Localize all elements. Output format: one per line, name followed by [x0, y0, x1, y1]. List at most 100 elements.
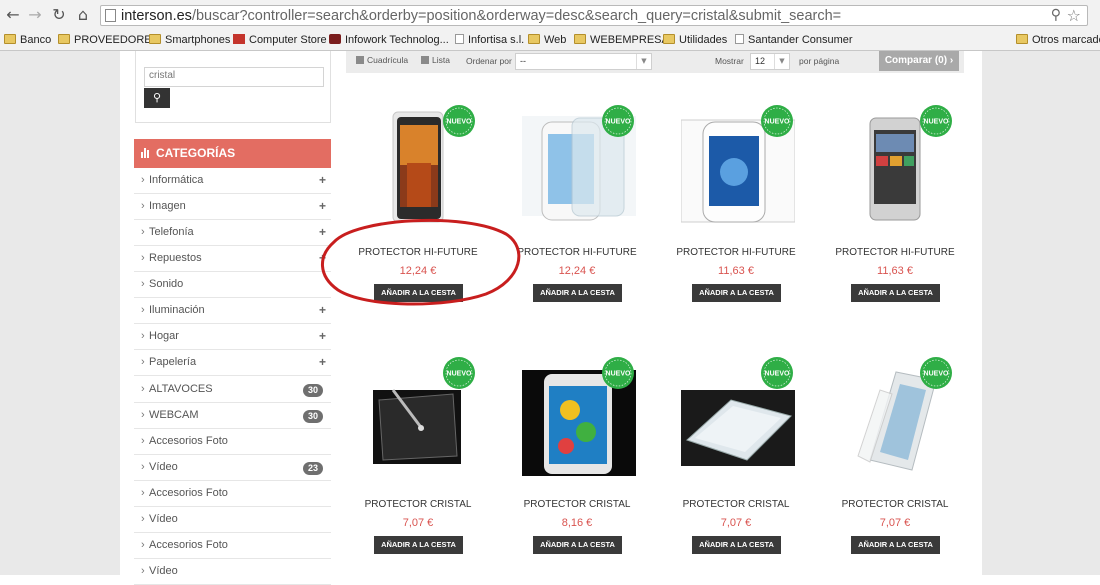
list-view-toggle[interactable]: Lista [421, 55, 450, 65]
category-label: Iluminación [149, 304, 205, 316]
chevron-right-icon: › [141, 383, 145, 395]
product-name[interactable]: PROTECTOR HI-FUTURE [498, 247, 656, 258]
category-item[interactable]: › Repuestos + [134, 246, 331, 272]
bookmark-webempresa[interactable]: WEBEMPRESA [574, 34, 669, 47]
category-item[interactable]: › Imagen + [134, 194, 331, 220]
chevron-right-icon: › [141, 330, 145, 342]
add-to-cart-button[interactable]: AÑADIR A LA CESTA [374, 284, 463, 302]
product-card[interactable]: NUEVO PROTECTOR HI-FUTURE 12,24 € AÑADIR… [339, 100, 497, 320]
badge-text: NUEVO [606, 119, 631, 126]
page-icon [105, 9, 116, 22]
product-name[interactable]: PROTECTOR CRISTAL [657, 499, 815, 510]
category-item[interactable]: › Hogar + [134, 324, 331, 350]
product-name[interactable]: PROTECTOR CRISTAL [816, 499, 974, 510]
expand-plus-icon[interactable]: + [319, 350, 326, 375]
product-name[interactable]: PROTECTOR CRISTAL [339, 499, 497, 510]
category-label: Accesorios Foto [149, 539, 228, 551]
categories-header: CATEGORÍAS [134, 139, 331, 168]
expand-plus-icon[interactable]: + [319, 298, 326, 323]
category-label: Repuestos [149, 252, 202, 264]
home-icon[interactable]: ⌂ [74, 6, 92, 24]
product-name[interactable]: PROTECTOR HI-FUTURE [657, 247, 815, 258]
category-item[interactable]: › Papelería + [134, 350, 331, 376]
search-block: cristal ⚲ [135, 51, 331, 123]
product-name[interactable]: PROTECTOR HI-FUTURE [816, 247, 974, 258]
add-to-cart-button[interactable]: AÑADIR A LA CESTA [533, 284, 622, 302]
folder-icon [663, 34, 675, 44]
category-item[interactable]: › Iluminación + [134, 298, 331, 324]
category-item[interactable]: › Accesorios Foto [134, 533, 331, 559]
category-item[interactable]: › Vídeo [134, 559, 331, 585]
reload-icon[interactable]: ↻ [50, 6, 68, 24]
add-to-cart-button[interactable]: AÑADIR A LA CESTA [533, 536, 622, 554]
expand-plus-icon[interactable]: + [319, 246, 326, 271]
add-to-cart-button[interactable]: AÑADIR A LA CESTA [851, 536, 940, 554]
product-price: 7,07 € [402, 517, 434, 529]
category-item[interactable]: › WEBCAM 30 [134, 403, 331, 429]
category-count-badge: 30 [302, 410, 323, 423]
per-page-value: 12 [755, 56, 766, 66]
chevron-down-icon: ▼ [774, 54, 789, 69]
category-item[interactable]: › ALTAVOCES 30 [134, 377, 331, 403]
category-item[interactable]: › Accesorios Foto [134, 429, 331, 455]
product-card[interactable]: NUEVO PROTECTOR CRISTAL 7,07 € AÑADIR A … [816, 352, 974, 572]
bookmark-star-icon[interactable]: ☆ [1067, 6, 1081, 25]
product-card[interactable]: NUEVO PROTECTOR HI-FUTURE 11,63 € AÑADIR… [657, 100, 815, 320]
category-label: Vídeo [149, 461, 178, 473]
category-label: Vídeo [149, 565, 178, 577]
forward-icon[interactable]: → [26, 6, 44, 24]
add-to-cart-button[interactable]: AÑADIR A LA CESTA [692, 284, 781, 302]
product-card[interactable]: NUEVO PROTECTOR CRISTAL 7,07 € AÑADIR A … [339, 352, 497, 572]
bookmark-other[interactable]: Otros marcador [1016, 34, 1100, 47]
product-card[interactable]: NUEVO PROTECTOR CRISTAL 8,16 € AÑADIR A … [498, 352, 656, 572]
bookmark-computer-store[interactable]: Computer Store [233, 34, 327, 47]
add-to-cart-button[interactable]: AÑADIR A LA CESTA [692, 536, 781, 554]
bookmark-infortisa[interactable]: Infortisa s.l. [455, 34, 524, 47]
sort-select[interactable]: -- ▼ [515, 53, 652, 70]
product-price: 12,24 € [558, 265, 596, 277]
add-to-cart-button[interactable]: AÑADIR A LA CESTA [851, 284, 940, 302]
product-card[interactable]: NUEVO PROTECTOR CRISTAL 7,07 € AÑADIR A … [657, 352, 815, 572]
bookmark-smartphones[interactable]: Smartphones [149, 34, 230, 47]
search-input[interactable]: cristal [144, 67, 324, 87]
search-button[interactable]: ⚲ [144, 88, 170, 108]
add-to-cart-button[interactable]: AÑADIR A LA CESTA [374, 536, 463, 554]
product-name[interactable]: PROTECTOR HI-FUTURE [339, 247, 497, 258]
search-icon[interactable]: ⚲ [1051, 7, 1061, 23]
bookmark-infowork[interactable]: Infowork Technolog... [329, 34, 449, 47]
bookmark-proveedores[interactable]: PROVEEDORES [58, 34, 159, 47]
category-item[interactable]: › Sonido [134, 272, 331, 298]
sort-select-value: -- [520, 56, 526, 66]
new-badge: NUEVO [919, 104, 953, 138]
category-item[interactable]: › Telefonía + [134, 220, 331, 246]
bookmarks-bar: Banco PROVEEDORES Smartphones Computer S… [0, 31, 1100, 51]
category-item[interactable]: › Vídeo 23 [134, 455, 331, 481]
per-page-select[interactable]: 12 ▼ [750, 53, 790, 70]
category-item[interactable]: › Informática + [134, 168, 331, 194]
folder-icon [528, 34, 540, 44]
product-card[interactable]: NUEVO PROTECTOR HI-FUTURE 11,63 € AÑADIR… [816, 100, 974, 320]
infowork-icon [329, 34, 341, 44]
bookmark-utilidades[interactable]: Utilidades [663, 34, 727, 47]
expand-plus-icon[interactable]: + [319, 220, 326, 245]
page-icon [455, 34, 464, 44]
compare-button[interactable]: Comparar (0) › [879, 51, 959, 71]
expand-plus-icon[interactable]: + [319, 324, 326, 349]
bookmark-label: Infowork Technolog... [345, 34, 449, 46]
bookmark-web[interactable]: Web [528, 34, 566, 47]
expand-plus-icon[interactable]: + [319, 168, 326, 193]
category-item[interactable]: › Accesorios Foto [134, 481, 331, 507]
bookmark-santander[interactable]: Santander Consumer [735, 34, 853, 47]
address-bar[interactable]: interson.es/buscar?controller=search&ord… [100, 5, 1088, 26]
grid-view-toggle[interactable]: Cuadrícula [356, 55, 408, 65]
expand-plus-icon[interactable]: + [319, 194, 326, 219]
back-icon[interactable]: ← [4, 6, 22, 24]
product-card[interactable]: NUEVO PROTECTOR HI-FUTURE 12,24 € AÑADIR… [498, 100, 656, 320]
category-item[interactable]: › Vídeo [134, 507, 331, 533]
new-badge: NUEVO [601, 104, 635, 138]
product-name[interactable]: PROTECTOR CRISTAL [498, 499, 656, 510]
category-count-badge: 23 [302, 462, 323, 475]
per-page-label: por página [799, 56, 840, 66]
product-price: 7,07 € [720, 517, 752, 529]
bookmark-banco[interactable]: Banco [4, 34, 51, 47]
